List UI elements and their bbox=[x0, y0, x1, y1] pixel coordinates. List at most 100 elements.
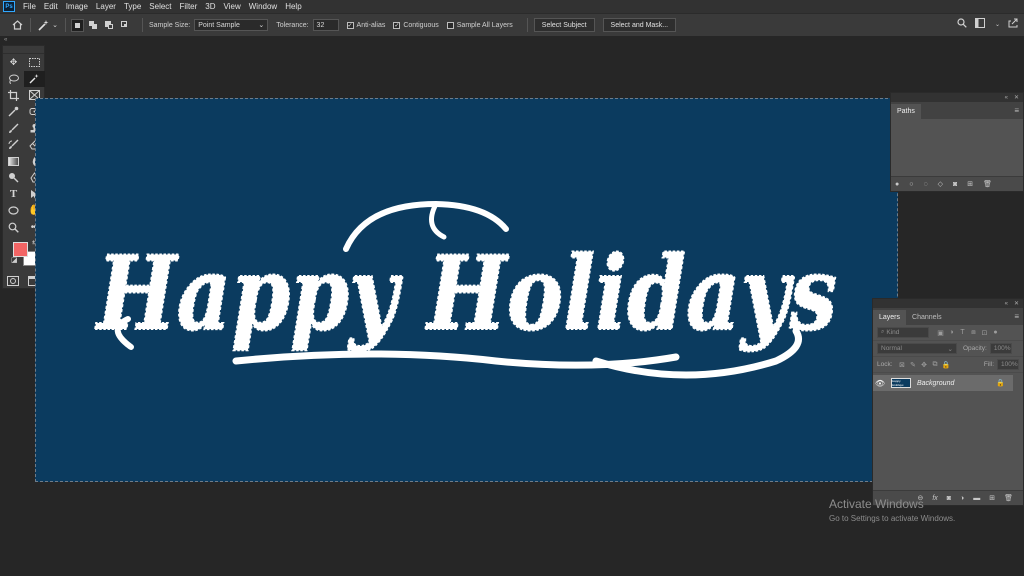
close-icon[interactable]: ✕ bbox=[1014, 300, 1019, 307]
move-tool-icon[interactable]: ✥ bbox=[3, 54, 24, 71]
chevron-down-icon: ⌄ bbox=[947, 345, 953, 353]
delete-path-icon[interactable]: 🗑 bbox=[983, 180, 992, 188]
tab-paths[interactable]: Paths bbox=[891, 104, 921, 119]
default-colors-icon[interactable]: ◪ bbox=[11, 256, 18, 264]
gradient-tool-icon[interactable] bbox=[3, 153, 24, 170]
anti-alias-label: Anti-alias bbox=[356, 21, 386, 29]
add-to-selection-button[interactable] bbox=[88, 20, 99, 31]
panel-collapse-strip: « bbox=[0, 37, 1024, 45]
tab-layers[interactable]: Layers bbox=[873, 310, 907, 325]
separator bbox=[526, 18, 528, 32]
blend-mode-value: Normal bbox=[881, 345, 902, 352]
chevron-down-icon[interactable]: ⌄ bbox=[995, 21, 1000, 28]
home-icon[interactable] bbox=[10, 18, 24, 32]
panel-menu-icon[interactable]: ≡ bbox=[1014, 312, 1019, 321]
filter-kind-select[interactable]: ⌕ Kind bbox=[877, 327, 929, 338]
new-selection-button[interactable] bbox=[71, 18, 84, 32]
lock-all-icon[interactable]: 🔒 bbox=[941, 361, 952, 369]
adjustment-layer-icon[interactable]: ◑ bbox=[960, 495, 964, 502]
sample-size-select[interactable]: Point Sample ⌄ bbox=[194, 19, 269, 31]
lock-transparent-icon[interactable]: ⊠ bbox=[897, 361, 908, 369]
canvas-title-text: Happy Holidays bbox=[95, 234, 837, 354]
make-work-path-icon[interactable]: ◇ bbox=[938, 180, 943, 188]
collapse-icon[interactable]: « bbox=[1005, 301, 1008, 307]
stroke-path-icon[interactable]: ○ bbox=[909, 181, 913, 188]
menu-edit[interactable]: Edit bbox=[40, 2, 62, 11]
chevron-down-icon: ⌄ bbox=[258, 22, 265, 29]
select-and-mask-button[interactable]: Select and Mask... bbox=[602, 18, 677, 32]
anti-alias-checkbox[interactable]: ✓ Anti-alias bbox=[346, 21, 386, 29]
marquee-tool-icon[interactable] bbox=[24, 54, 45, 71]
filter-shape-icon[interactable]: ⧈ bbox=[968, 329, 979, 337]
watermark-subtitle: Go to Settings to activate Windows. bbox=[829, 514, 956, 523]
menu-image[interactable]: Image bbox=[62, 2, 92, 11]
lock-artboard-icon[interactable]: ⧉ bbox=[930, 361, 941, 369]
contiguous-checkbox[interactable]: ✓ Contiguous bbox=[393, 21, 439, 29]
tolerance-input[interactable]: 32 bbox=[312, 19, 339, 31]
filter-pixel-icon[interactable]: ▣ bbox=[935, 329, 946, 337]
delete-layer-icon[interactable]: 🗑 bbox=[1004, 494, 1013, 502]
zoom-tool-icon[interactable] bbox=[3, 219, 24, 236]
document-canvas[interactable]: Happy Holidays bbox=[35, 98, 898, 482]
new-group-icon[interactable]: ▬ bbox=[973, 495, 980, 502]
close-icon[interactable]: ✕ bbox=[1014, 94, 1019, 101]
share-icon[interactable] bbox=[1008, 18, 1018, 30]
filter-type-icon[interactable]: T bbox=[957, 329, 968, 336]
ellipse-tool-icon[interactable] bbox=[3, 203, 24, 220]
filter-adjustment-icon[interactable]: ◑ bbox=[946, 329, 957, 336]
eyedropper-tool-icon[interactable] bbox=[3, 104, 24, 121]
menu-help[interactable]: Help bbox=[281, 2, 305, 11]
intersect-selection-button[interactable] bbox=[120, 20, 131, 31]
blend-mode-select[interactable]: Normal ⌄ bbox=[877, 343, 957, 354]
crop-tool-icon[interactable] bbox=[3, 87, 24, 104]
toolbar-grip[interactable] bbox=[3, 46, 44, 54]
dodge-tool-icon[interactable] bbox=[3, 170, 24, 187]
filter-smart-object-icon[interactable]: ⊡ bbox=[979, 329, 990, 337]
search-icon[interactable] bbox=[957, 18, 967, 30]
workspace-icon[interactable] bbox=[974, 18, 987, 30]
layer-name[interactable]: Background bbox=[917, 380, 996, 387]
menu-filter[interactable]: Filter bbox=[176, 2, 202, 11]
eye-icon[interactable]: 👁 bbox=[873, 379, 887, 388]
menu-type[interactable]: Type bbox=[120, 2, 145, 11]
add-mask-icon[interactable]: ◙ bbox=[953, 181, 957, 188]
select-subject-button[interactable]: Select Subject bbox=[533, 18, 595, 32]
brush-tool-icon[interactable] bbox=[3, 120, 24, 137]
collapse-left-icon[interactable]: « bbox=[4, 37, 7, 43]
new-layer-icon[interactable]: ⊞ bbox=[989, 494, 995, 502]
lock-pixels-icon[interactable]: ✎ bbox=[908, 361, 919, 369]
menu-file[interactable]: File bbox=[19, 2, 40, 11]
separator bbox=[65, 18, 66, 32]
fill-input[interactable]: 100% bbox=[997, 359, 1019, 370]
menu-select[interactable]: Select bbox=[145, 2, 175, 11]
foreground-color-swatch[interactable] bbox=[13, 241, 28, 257]
quick-mask-icon[interactable] bbox=[7, 273, 20, 291]
chevron-down-icon[interactable]: ⌄ bbox=[51, 18, 59, 32]
subtract-from-selection-button[interactable] bbox=[104, 20, 115, 31]
load-path-as-selection-icon[interactable]: ◌ bbox=[923, 181, 927, 188]
lock-position-icon[interactable]: ✥ bbox=[919, 361, 930, 369]
sample-size-value: Point Sample bbox=[198, 21, 240, 29]
panel-menu-icon[interactable]: ≡ bbox=[1014, 106, 1019, 115]
menu-3d[interactable]: 3D bbox=[201, 2, 219, 11]
layer-row-background[interactable]: 👁 Happy Holidays Background 🔒 bbox=[873, 375, 1013, 391]
tab-channels[interactable]: Channels bbox=[906, 310, 948, 325]
collapse-icon[interactable]: « bbox=[1005, 95, 1008, 101]
menu-window[interactable]: Window bbox=[245, 2, 281, 11]
new-path-icon[interactable]: ⊞ bbox=[967, 180, 973, 188]
lasso-tool-icon[interactable] bbox=[3, 71, 24, 88]
fill-path-icon[interactable]: ● bbox=[895, 181, 899, 188]
sample-all-layers-checkbox[interactable]: Sample All Layers bbox=[446, 21, 513, 29]
opacity-input[interactable]: 100% bbox=[989, 343, 1012, 354]
layer-lock-row: Lock: ⊠ ✎ ✥ ⧉ 🔒 Fill: 100% bbox=[873, 357, 1023, 373]
menu-layer[interactable]: Layer bbox=[92, 2, 120, 11]
history-brush-tool-icon[interactable] bbox=[3, 137, 24, 154]
magic-wand-tool-icon[interactable] bbox=[24, 70, 45, 87]
menu-view[interactable]: View bbox=[220, 2, 245, 11]
type-tool-icon[interactable]: T bbox=[3, 186, 24, 203]
search-icon: ⌕ bbox=[881, 329, 885, 335]
filter-toggle-icon[interactable]: ● bbox=[990, 329, 1001, 336]
fill-label: Fill: bbox=[983, 361, 994, 368]
magic-wand-icon[interactable] bbox=[37, 18, 51, 32]
app-logo: Ps bbox=[3, 1, 15, 12]
